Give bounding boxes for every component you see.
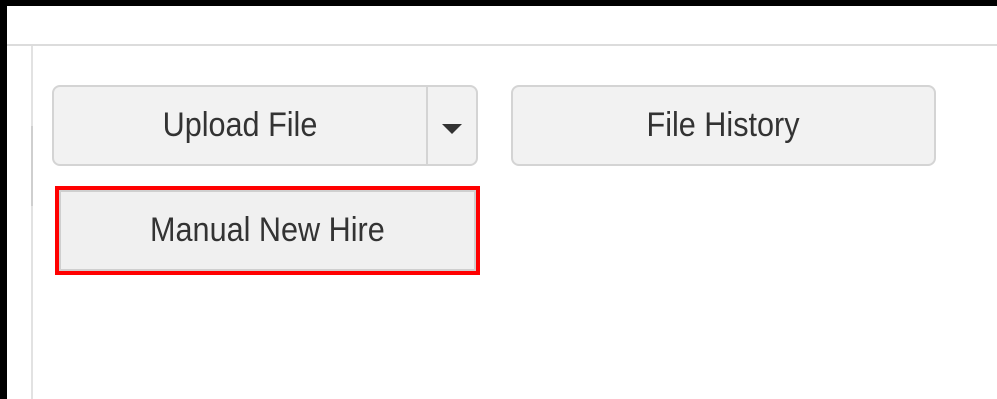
upload-file-split-button: Upload File <box>52 85 478 166</box>
screenshot-frame: Upload File File History Manual New Hire <box>0 0 997 399</box>
header-divider <box>7 44 997 46</box>
left-panel-edge-marker <box>31 126 33 206</box>
file-history-button[interactable]: File History <box>511 85 936 166</box>
file-history-label: File History <box>646 106 801 144</box>
upload-file-label: Upload File <box>162 106 318 144</box>
left-panel-edge <box>31 46 33 399</box>
manual-new-hire-label: Manual New Hire <box>150 211 385 249</box>
upload-file-dropdown-toggle[interactable] <box>428 87 476 164</box>
chevron-down-icon <box>442 123 462 134</box>
upload-file-button[interactable]: Upload File <box>54 87 428 164</box>
manual-new-hire-button[interactable]: Manual New Hire <box>59 190 476 271</box>
